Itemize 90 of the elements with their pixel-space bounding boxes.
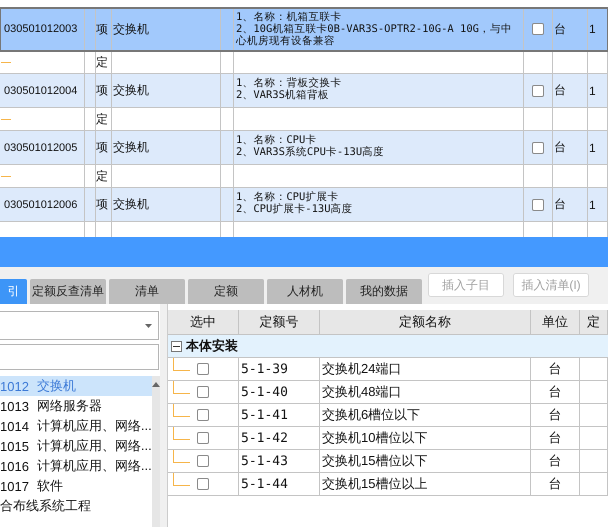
checkbox[interactable] [532, 84, 544, 96]
selected-row-highlight[interactable]: 030501012003 项 交换机 1、名称：机箱互联卡 2、10G机箱互联卡0B-VAR3S-OPTR2-10G-A 10G，与中心机房现有设备兼容 台 1 [0, 8, 608, 51]
quota-name: 交换机24端口 [322, 360, 402, 378]
checkbox[interactable] [532, 142, 544, 154]
item-name: 交换机 [113, 82, 149, 99]
unit-text: 台 [548, 429, 562, 447]
caret-icon [145, 324, 152, 328]
type-label: 定 [96, 168, 108, 184]
checkbox[interactable] [197, 432, 209, 444]
type-label: 项 [96, 20, 108, 38]
quota-name: 交换机48端口 [322, 383, 402, 401]
unit-text: 台 [548, 406, 562, 424]
dropdown-field[interactable] [0, 311, 159, 340]
column-header[interactable]: 定 [580, 310, 608, 334]
item-name: 交换机 [113, 196, 149, 213]
type-label: 项 [96, 82, 108, 99]
checkbox[interactable] [197, 386, 209, 398]
unit-text: 台 [548, 383, 562, 401]
chapter-item[interactable]: 1016 计算机应用、网络... [0, 456, 152, 476]
chapter-item[interactable]: 合布线系统工程 [0, 496, 152, 516]
description-line: 2、CPU扩展卡-13U高度 [236, 203, 354, 215]
description-line: 1、名称：CPU扩展卡 [236, 191, 340, 203]
checkbox[interactable] [532, 198, 544, 210]
item-code: 030501012003 [4, 23, 78, 35]
tree-line [173, 358, 190, 371]
unit-text: 台 [554, 139, 566, 156]
quota-name: 交换机6槽位以下 [322, 406, 420, 424]
chapter-item[interactable]: 1014 计算机应用、网络... [0, 416, 152, 436]
description-line: 2、VAR3S机箱背板 [236, 89, 330, 101]
quantity-text: 1 [589, 84, 596, 98]
item-name: 交换机 [113, 20, 149, 38]
unit-text: 台 [548, 475, 562, 493]
tree-line [173, 473, 190, 486]
description-line: 1、名称：CPU卡 [236, 134, 318, 146]
unit-text: 台 [548, 452, 562, 470]
quota-name: 交换机15槽位以上 [322, 475, 428, 493]
checkbox[interactable] [197, 455, 209, 467]
column-header[interactable]: 定额名称 [320, 310, 531, 334]
quota-code: 5-1-40 [241, 384, 288, 400]
quantity-text: 1 [589, 140, 596, 154]
search-field[interactable] [0, 344, 159, 370]
unit-text: 台 [554, 82, 566, 99]
description-line: 2、10G机箱互联卡0B-VAR3S-OPTR2-10G-A 10G，与中心机房现有设备兼容 [236, 23, 514, 47]
item-code: 030501012005 [4, 142, 78, 154]
tree-line [173, 427, 190, 440]
tab[interactable]: 清单 [109, 279, 185, 304]
quota-code: 5-1-43 [241, 454, 288, 468]
tree-line [1, 118, 11, 120]
unit-text: 台 [554, 196, 566, 213]
quantity-text: 1 [589, 22, 596, 36]
checkbox[interactable] [197, 409, 209, 421]
scrollbar[interactable] [152, 376, 160, 527]
quota-name: 交换机10槽位以下 [322, 429, 428, 447]
tree-line [173, 404, 190, 417]
quota-code: 5-1-41 [241, 408, 288, 422]
column-header[interactable]: 选中 [168, 310, 239, 334]
type-label: 项 [96, 196, 108, 213]
tree-line [173, 381, 190, 394]
description-line: 2、VAR3S系统CPU卡-13U高度 [236, 146, 386, 158]
quota-code: 5-1-42 [241, 430, 288, 446]
tab[interactable]: 人材机 [267, 279, 343, 304]
description-line: 1、名称：机箱互联卡 [236, 11, 342, 23]
tab[interactable]: 定额反查清单 [30, 279, 106, 304]
column-header[interactable]: 定额号 [239, 310, 320, 334]
tab[interactable]: 我的数据 [346, 279, 422, 304]
quota-code: 5-1-39 [241, 362, 288, 376]
chapter-item[interactable]: 1017 软件 [0, 476, 152, 496]
item-code: 030501012004 [4, 84, 78, 96]
checkbox[interactable] [532, 23, 544, 35]
checkbox[interactable] [197, 363, 209, 375]
scroll-up-icon[interactable] [152, 382, 160, 387]
quota-code: 5-1-44 [241, 476, 288, 492]
description-line: 1、名称：背板交换卡 [236, 77, 342, 89]
quota-name: 交换机15槽位以下 [322, 452, 428, 470]
checkbox[interactable] [197, 478, 209, 490]
collapse-icon[interactable] [171, 340, 182, 352]
item-code: 030501012006 [4, 198, 78, 210]
type-label: 定 [96, 54, 108, 70]
item-name: 交换机 [113, 139, 149, 156]
tab[interactable]: 定额 [188, 279, 264, 304]
chapter-item[interactable]: 1015 计算机应用、网络... [0, 436, 152, 456]
group-label: 本体安装 [186, 337, 238, 355]
chapter-item[interactable]: 1013 网络服务器 [0, 396, 152, 416]
type-label: 定 [96, 110, 108, 128]
quantity-text: 1 [589, 198, 596, 212]
type-label: 项 [96, 139, 108, 156]
unit-text: 台 [548, 360, 562, 378]
tree-line [173, 450, 190, 463]
column-header[interactable]: 单位 [531, 310, 580, 334]
unit-text: 台 [554, 20, 566, 38]
